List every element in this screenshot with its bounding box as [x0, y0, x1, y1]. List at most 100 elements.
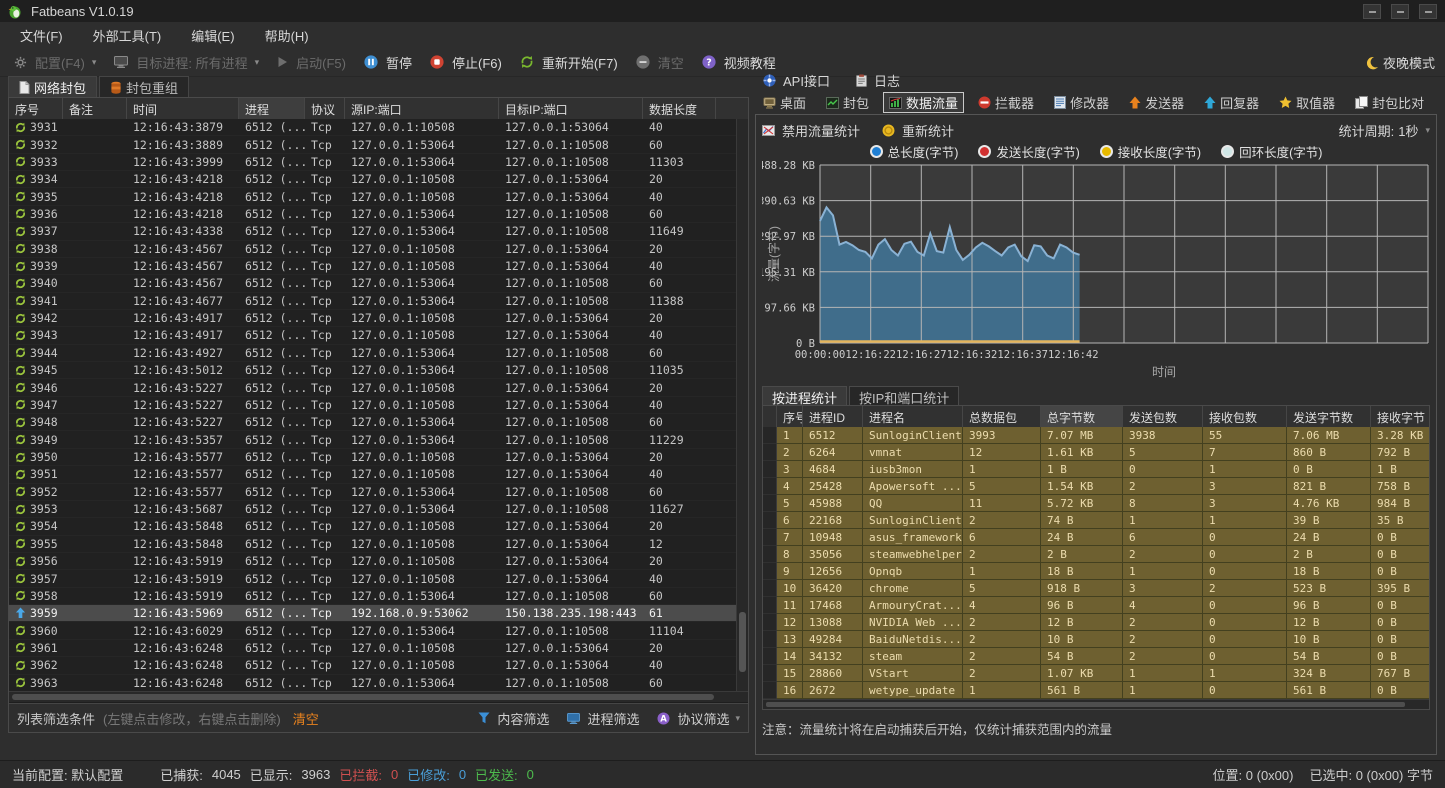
tab-interceptor[interactable]: 拦截器: [972, 92, 1040, 113]
log-button[interactable]: 日志: [856, 71, 900, 90]
horizontal-scrollbar[interactable]: [9, 691, 748, 702]
packet-row[interactable]: 395612:16:43:59196512 (...Tcp127.0.0.1:1…: [9, 553, 748, 570]
column-header[interactable]: 接收包数: [1203, 406, 1287, 427]
packet-row[interactable]: 393812:16:43:45676512 (...Tcp127.0.0.1:1…: [9, 241, 748, 258]
stats-row[interactable]: 162672wetype_update1561 B10561 B0 B: [763, 682, 1429, 699]
stats-row[interactable]: 710948asus_framework624 B6024 B0 B: [763, 529, 1429, 546]
column-header[interactable]: 源IP:端口: [345, 98, 499, 119]
tab-packet[interactable]: 封包: [820, 92, 875, 113]
packet-row[interactable]: 393912:16:43:45676512 (...Tcp127.0.0.1:1…: [9, 258, 748, 275]
column-header[interactable]: 进程ID: [803, 406, 863, 427]
packet-row[interactable]: 394512:16:43:50126512 (...Tcp127.0.0.1:5…: [9, 362, 748, 379]
scrollbar-thumb[interactable]: [766, 702, 1405, 707]
packet-row[interactable]: 394612:16:43:52276512 (...Tcp127.0.0.1:1…: [9, 379, 748, 396]
tab-by-process[interactable]: 按进程统计: [762, 386, 847, 405]
scrollbar-thumb[interactable]: [12, 694, 714, 700]
column-header[interactable]: 接收字节: [1371, 406, 1430, 427]
stats-row[interactable]: 34684iusb3mon11 B010 B1 B: [763, 461, 1429, 478]
packet-row[interactable]: 393312:16:43:39996512 (...Tcp127.0.0.1:5…: [9, 154, 748, 171]
stats-row[interactable]: 1213088NVIDIA Web ...212 B2012 B0 B: [763, 614, 1429, 631]
stats-row[interactable]: 545988QQ115.72 KB834.76 KB984 B: [763, 495, 1429, 512]
tab-packet-reassembly[interactable]: 封包重组: [99, 76, 189, 98]
stats-row[interactable]: 425428Apowersoft ...51.54 KB23821 B758 B: [763, 478, 1429, 495]
tutorial-button[interactable]: ?视频教程: [702, 53, 776, 72]
column-header[interactable]: 数据长度: [643, 98, 716, 119]
packet-row[interactable]: 393212:16:43:38896512 (...Tcp127.0.0.1:5…: [9, 136, 748, 153]
packet-row[interactable]: 394812:16:43:52276512 (...Tcp127.0.0.1:5…: [9, 414, 748, 431]
packet-row[interactable]: 394412:16:43:49276512 (...Tcp127.0.0.1:5…: [9, 345, 748, 362]
column-header[interactable]: 序号: [777, 406, 803, 427]
stop-button[interactable]: 停止(F6): [430, 53, 502, 72]
packet-row[interactable]: 396012:16:43:60296512 (...Tcp127.0.0.1:5…: [9, 622, 748, 639]
packet-row[interactable]: 395412:16:43:58486512 (...Tcp127.0.0.1:1…: [9, 518, 748, 535]
content-filter-button[interactable]: 内容筛选: [478, 709, 549, 728]
recount-button[interactable]: 重新统计: [882, 121, 954, 140]
packet-row[interactable]: 396112:16:43:62486512 (...Tcp127.0.0.1:1…: [9, 640, 748, 657]
stats-row[interactable]: 835056steamwebhelper22 B202 B0 B: [763, 546, 1429, 563]
api-button[interactable]: API接口: [763, 71, 830, 90]
menu-item[interactable]: 帮助(H): [265, 26, 309, 45]
packet-row[interactable]: 395212:16:43:55776512 (...Tcp127.0.0.1:5…: [9, 484, 748, 501]
packet-row[interactable]: 394112:16:43:46776512 (...Tcp127.0.0.1:5…: [9, 293, 748, 310]
process-filter-button[interactable]: 进程筛选: [567, 709, 639, 728]
tab-replier[interactable]: 回复器: [1198, 92, 1265, 113]
packet-row[interactable]: 395512:16:43:58486512 (...Tcp127.0.0.1:1…: [9, 536, 748, 553]
packet-row[interactable]: 395812:16:43:59196512 (...Tcp127.0.0.1:5…: [9, 588, 748, 605]
stats-row[interactable]: 622168SunloginClient274 B1139 B35 B: [763, 512, 1429, 529]
column-header[interactable]: 发送字节数: [1287, 406, 1371, 427]
maximize-button[interactable]: [1391, 4, 1409, 19]
stats-row[interactable]: 26264vmnat121.61 KB57860 B792 B: [763, 444, 1429, 461]
column-header[interactable]: 序号: [9, 98, 63, 119]
protocol-filter-button[interactable]: A 协议筛选 ▾: [657, 709, 740, 728]
tab-modifier[interactable]: 修改器: [1048, 92, 1115, 113]
stats-row[interactable]: 1434132steam254 B2054 B0 B: [763, 648, 1429, 665]
close-button[interactable]: [1419, 4, 1437, 19]
legend-item[interactable]: 发送长度(字节): [978, 142, 1079, 161]
horizontal-scrollbar[interactable]: [763, 699, 1429, 709]
restart-button[interactable]: 重新开始(F7): [520, 53, 618, 72]
menu-item[interactable]: 外部工具(T): [93, 26, 162, 45]
packet-row[interactable]: 396312:16:43:62486512 (...Tcp127.0.0.1:5…: [9, 675, 748, 692]
column-header[interactable]: 备注: [63, 98, 127, 119]
stats-row[interactable]: 16512SunloginClient39937.07 MB3938557.06…: [763, 427, 1429, 444]
tab-packet-compare[interactable]: 封包比对: [1349, 92, 1430, 113]
menu-item[interactable]: 编辑(E): [191, 26, 234, 45]
tab-data-traffic[interactable]: 数据流量: [883, 92, 964, 113]
packet-row[interactable]: 394012:16:43:45676512 (...Tcp127.0.0.1:5…: [9, 275, 748, 292]
legend-item[interactable]: 总长度(字节): [870, 142, 959, 161]
column-header[interactable]: 协议: [305, 98, 345, 119]
packet-row[interactable]: 394312:16:43:49176512 (...Tcp127.0.0.1:1…: [9, 327, 748, 344]
packet-row[interactable]: 393112:16:43:38796512 (...Tcp127.0.0.1:1…: [9, 119, 748, 136]
packet-row[interactable]: 393512:16:43:42186512 (...Tcp127.0.0.1:1…: [9, 188, 748, 205]
column-header[interactable]: 时间: [127, 98, 239, 119]
tab-value-getter[interactable]: 取值器: [1273, 92, 1341, 113]
stats-row[interactable]: 1349284BaiduNetdis...210 B2010 B0 B: [763, 631, 1429, 648]
pause-button[interactable]: 暂停: [364, 53, 412, 72]
packet-row[interactable]: 394212:16:43:49176512 (...Tcp127.0.0.1:1…: [9, 310, 748, 327]
packet-row[interactable]: 394912:16:43:53576512 (...Tcp127.0.0.1:5…: [9, 431, 748, 448]
stats-row[interactable]: 912656Opnqb118 B1018 B0 B: [763, 563, 1429, 580]
clear-filter-button[interactable]: 清空: [293, 709, 319, 728]
menu-item[interactable]: 文件(F): [20, 26, 63, 45]
scrollbar-thumb[interactable]: [739, 612, 746, 672]
tab-by-ip-port[interactable]: 按IP和端口统计: [849, 386, 959, 405]
legend-item[interactable]: 接收长度(字节): [1100, 142, 1201, 161]
column-header[interactable]: 进程: [239, 98, 305, 119]
tab-sender[interactable]: 发送器: [1123, 92, 1190, 113]
column-header[interactable]: 目标IP:端口: [499, 98, 643, 119]
legend-item[interactable]: 回环长度(字节): [1221, 142, 1322, 161]
packet-row[interactable]: 393712:16:43:43386512 (...Tcp127.0.0.1:5…: [9, 223, 748, 240]
packet-row[interactable]: 396212:16:43:62486512 (...Tcp127.0.0.1:1…: [9, 657, 748, 674]
tab-network-packets[interactable]: 网络封包: [8, 76, 97, 98]
packet-row[interactable]: 393612:16:43:42186512 (...Tcp127.0.0.1:5…: [9, 206, 748, 223]
packet-row[interactable]: 395012:16:43:55776512 (...Tcp127.0.0.1:1…: [9, 449, 748, 466]
stats-row[interactable]: 1036420chrome5918 B32523 B395 B: [763, 580, 1429, 597]
packet-row[interactable]: 393412:16:43:42186512 (...Tcp127.0.0.1:1…: [9, 171, 748, 188]
disable-traffic-stats-button[interactable]: 禁用流量统计: [762, 121, 860, 140]
vertical-scrollbar[interactable]: [736, 119, 748, 692]
column-header[interactable]: 总数据包: [963, 406, 1041, 427]
packet-row[interactable]: 395712:16:43:59196512 (...Tcp127.0.0.1:1…: [9, 570, 748, 587]
stats-row[interactable]: 1117468ArmouryCrat...496 B4096 B0 B: [763, 597, 1429, 614]
minimize-button[interactable]: [1363, 4, 1381, 19]
column-header[interactable]: 发送包数: [1123, 406, 1203, 427]
